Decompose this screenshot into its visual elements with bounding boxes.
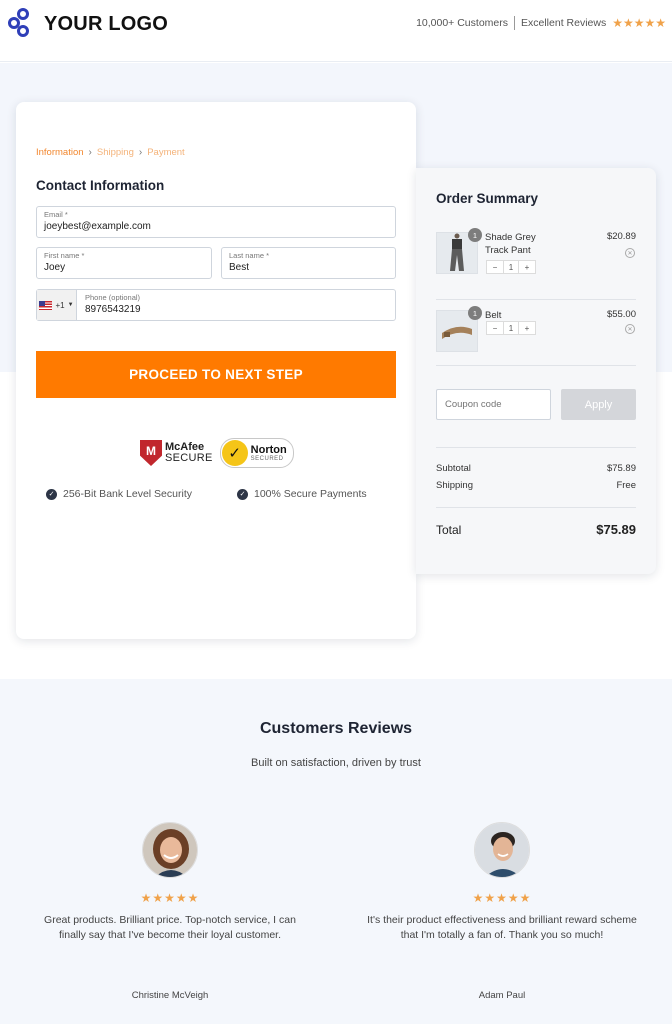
review-card: ★★★★★ Great products. Brilliant price. T… bbox=[35, 822, 305, 1001]
review-text: It's their product effectiveness and bri… bbox=[367, 914, 637, 941]
total-label: Total bbox=[436, 522, 462, 537]
subtotal-row: Subtotal $75.89 bbox=[436, 463, 636, 474]
shipping-value: Free bbox=[616, 480, 636, 491]
remove-item-icon[interactable]: ✕ bbox=[625, 324, 635, 334]
total-row: Total $75.89 bbox=[436, 522, 636, 537]
review-card: ★★★★★ It's their product effectiveness a… bbox=[367, 822, 637, 1001]
decrement-button[interactable]: − bbox=[487, 261, 503, 273]
last-name-value: Best bbox=[229, 262, 250, 273]
email-value: joeybest@example.com bbox=[44, 221, 151, 232]
avatar bbox=[474, 822, 530, 878]
logo[interactable]: YOUR LOGO bbox=[8, 8, 168, 40]
quantity-stepper[interactable]: − 1 + bbox=[486, 260, 536, 274]
divider bbox=[436, 507, 636, 508]
breadcrumb-shipping[interactable]: Shipping bbox=[97, 147, 134, 158]
coupon-input[interactable] bbox=[436, 389, 551, 420]
check-circle-icon: ✓ bbox=[46, 488, 57, 500]
reviews-section: Customers Reviews Built on satisfaction,… bbox=[0, 679, 672, 1024]
rating-stars-icon: ★★★★★ bbox=[612, 16, 666, 30]
site-header: YOUR LOGO 10,000+ Customers Excellent Re… bbox=[0, 0, 672, 62]
last-name-field[interactable]: Last name * Best bbox=[221, 247, 396, 279]
subtotal-label: Subtotal bbox=[436, 463, 471, 474]
country-code: +1 bbox=[55, 300, 65, 310]
subtotal-value: $75.89 bbox=[606, 463, 636, 474]
chevron-right-icon: › bbox=[138, 147, 143, 158]
first-name-value: Joey bbox=[44, 262, 66, 273]
norton-text: Norton SECURED bbox=[250, 443, 287, 462]
review-text: Great products. Brilliant price. Top-not… bbox=[44, 914, 296, 941]
breadcrumb-information[interactable]: Information bbox=[36, 147, 84, 158]
quantity-value[interactable]: 1 bbox=[503, 261, 519, 273]
cart-item: 1 Belt $55.00 − 1 + ✕ bbox=[436, 306, 636, 354]
norton-badge: ✓ Norton SECURED bbox=[219, 438, 294, 468]
logo-text: YOUR LOGO bbox=[44, 12, 169, 35]
email-label: Email * bbox=[44, 210, 68, 219]
norton-line1: Norton bbox=[250, 443, 287, 456]
divider bbox=[436, 299, 636, 300]
order-summary-card: Order Summary 1 Shade Grey Track Pant $2… bbox=[416, 168, 656, 574]
shipping-label: Shipping bbox=[436, 480, 473, 491]
divider bbox=[436, 365, 636, 366]
item-price: $55.00 bbox=[606, 309, 636, 320]
mcafee-line2: SECURE bbox=[165, 452, 213, 464]
quantity-badge: 1 bbox=[468, 306, 482, 320]
remove-item-icon[interactable]: ✕ bbox=[625, 248, 635, 258]
review-author: Adam Paul bbox=[478, 990, 526, 1001]
item-price: $20.89 bbox=[606, 231, 636, 242]
email-field[interactable]: Email * joeybest@example.com bbox=[36, 206, 396, 238]
decrement-button[interactable]: − bbox=[487, 322, 503, 334]
trust-badges: M McAfee SECURE ✓ Norton SECURED bbox=[140, 438, 294, 468]
avatar bbox=[142, 822, 198, 878]
norton-line2: SECURED bbox=[250, 455, 284, 462]
chevron-right-icon: › bbox=[88, 147, 92, 158]
mcafee-shield-icon: M bbox=[140, 440, 162, 466]
quantity-value[interactable]: 1 bbox=[503, 322, 519, 334]
increment-button[interactable]: + bbox=[519, 322, 535, 334]
phone-value: 8976543219 bbox=[85, 304, 141, 315]
rating-stars-icon: ★★★★★ bbox=[140, 891, 200, 905]
rating-stars-icon: ★★★★★ bbox=[472, 891, 532, 905]
divider bbox=[514, 16, 515, 30]
breadcrumb: Information › Shipping › Payment bbox=[36, 147, 185, 158]
reviews-label: Excellent Reviews bbox=[521, 17, 607, 29]
proceed-button[interactable]: PROCEED TO NEXT STEP bbox=[36, 351, 396, 398]
checkout-form-card: Information › Shipping › Payment Contact… bbox=[16, 102, 416, 639]
security-text: 256-Bit Bank Level Security bbox=[63, 488, 192, 500]
country-code-select[interactable]: +1 ▼ bbox=[37, 290, 77, 320]
review-author: Christine McVeigh bbox=[131, 990, 209, 1001]
first-name-label: First name * bbox=[44, 251, 85, 260]
security-point: ✓ 100% Secure Payments bbox=[237, 488, 367, 500]
check-circle-icon: ✓ bbox=[237, 488, 248, 500]
phone-label: Phone (optional) bbox=[85, 293, 141, 302]
breadcrumb-payment[interactable]: Payment bbox=[147, 147, 185, 158]
cart-item: 1 Shade Grey Track Pant $20.89 − 1 + ✕ bbox=[436, 228, 636, 276]
section-title: Contact Information bbox=[36, 178, 165, 193]
phone-field[interactable]: +1 ▼ Phone (optional) 8976543219 bbox=[36, 289, 396, 321]
logo-circles-icon bbox=[8, 8, 38, 40]
divider bbox=[436, 447, 636, 448]
security-text: 100% Secure Payments bbox=[254, 488, 367, 500]
reviews-subtitle: Built on satisfaction, driven by trust bbox=[251, 757, 421, 769]
last-name-label: Last name * bbox=[229, 251, 270, 260]
quantity-badge: 1 bbox=[468, 228, 482, 242]
security-point: ✓ 256-Bit Bank Level Security bbox=[46, 488, 192, 500]
shipping-row: Shipping Free bbox=[436, 480, 636, 491]
first-name-field[interactable]: First name * Joey bbox=[36, 247, 212, 279]
item-name: Shade Grey Track Pant bbox=[485, 232, 536, 256]
trust-bar: 10,000+ Customers Excellent Reviews ★★★★… bbox=[416, 16, 666, 30]
apply-coupon-button[interactable]: Apply bbox=[561, 389, 636, 420]
us-flag-icon bbox=[39, 300, 53, 310]
total-value: $75.89 bbox=[596, 522, 636, 537]
reviews-title: Customers Reviews bbox=[259, 720, 413, 737]
caret-down-icon: ▼ bbox=[67, 302, 74, 308]
mcafee-badge: M McAfee SECURE bbox=[140, 440, 213, 466]
increment-button[interactable]: + bbox=[519, 261, 535, 273]
order-summary-title: Order Summary bbox=[436, 191, 539, 206]
quantity-stepper[interactable]: − 1 + bbox=[486, 321, 536, 335]
norton-check-icon: ✓ bbox=[221, 440, 248, 466]
customers-count: 10,000+ Customers bbox=[416, 17, 508, 29]
mcafee-text: McAfee SECURE bbox=[165, 442, 213, 464]
